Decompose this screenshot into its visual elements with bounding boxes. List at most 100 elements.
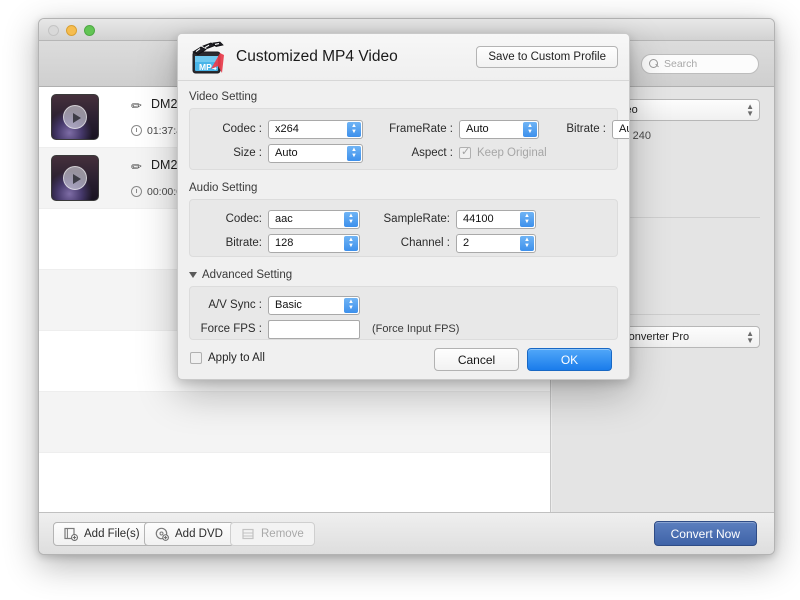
audio-samplerate-select[interactable]: 44100 ▲ ▼ <box>456 209 536 229</box>
add-files-icon <box>64 527 78 541</box>
close-window-button[interactable] <box>48 25 59 36</box>
video-bitrate-select[interactable]: Auto ▲▼ <box>612 119 629 139</box>
dialog-footer: Apply to All Cancel OK <box>178 341 629 379</box>
stepper-icon[interactable]: ▲ ▼ <box>523 121 537 137</box>
rename-pencil-icon[interactable]: ✏ <box>131 159 146 175</box>
save-profile-label: Save to Custom Profile <box>488 51 606 63</box>
stepper-icon[interactable]: ▲ ▼ <box>520 235 534 251</box>
forcefps-input[interactable] <box>268 319 360 339</box>
advanced-setting-box: A/V Sync : Basic ▲ ▼ Force FPS : (Force I… <box>189 286 618 340</box>
add-dvd-label: Add DVD <box>175 528 223 540</box>
video-size-value: Auto <box>275 147 298 159</box>
add-files-button[interactable]: Add File(s) <box>53 522 151 546</box>
advanced-setting-section: Advanced Setting A/V Sync : Basic ▲ ▼ For… <box>178 269 629 340</box>
avsync-select[interactable]: Basic ▲ ▼ <box>268 295 360 315</box>
video-size-select[interactable]: Auto ▲ ▼ <box>268 143 363 163</box>
advanced-setting-title: Advanced Setting <box>202 269 293 281</box>
video-bitrate-label: Bitrate : <box>566 123 606 135</box>
audio-bitrate-select[interactable]: 128 ▲ ▼ <box>268 233 360 253</box>
video-framerate-value: Auto <box>466 123 489 135</box>
ok-button[interactable]: OK <box>527 348 612 371</box>
add-dvd-icon <box>155 527 169 541</box>
audio-samplerate-label: SampleRate: <box>383 213 450 225</box>
minimize-window-button[interactable] <box>66 25 77 36</box>
audio-channel-select[interactable]: 2 ▲ ▼ <box>456 233 536 253</box>
convert-now-button[interactable]: Convert Now <box>653 521 757 546</box>
video-thumbnail[interactable] <box>51 94 99 140</box>
avsync-label: A/V Sync : <box>208 299 262 311</box>
remove-label: Remove <box>261 528 304 540</box>
video-bitrate-value: Auto <box>619 123 629 135</box>
play-icon <box>63 166 87 190</box>
play-icon <box>63 105 87 129</box>
apply-to-all-checkbox[interactable] <box>190 352 202 364</box>
screen: ● ● ● ⚙ Search ✏ <box>0 0 800 600</box>
audio-codec-value: aac <box>275 213 293 225</box>
video-framerate-label: FrameRate : <box>389 123 453 135</box>
convert-now-label: Convert Now <box>670 526 740 541</box>
zoom-window-button[interactable] <box>84 25 95 36</box>
cancel-button[interactable]: Cancel <box>434 348 519 371</box>
empty-row <box>39 453 550 512</box>
video-framerate-select[interactable]: Auto ▲ ▼ <box>459 119 539 139</box>
video-codec-select[interactable]: x264 ▲ ▼ <box>268 119 363 139</box>
add-files-label: Add File(s) <box>84 528 140 540</box>
dialog-title: Customized MP4 Video <box>236 48 398 65</box>
triangle-down-icon <box>189 272 197 278</box>
advanced-row-2: Force FPS : (Force Input FPS) <box>190 317 617 341</box>
keep-original-checkbox[interactable] <box>459 145 471 159</box>
rename-pencil-icon[interactable]: ✏ <box>131 98 146 114</box>
search-field[interactable]: Search <box>641 54 759 74</box>
mp4-clapperboard-icon: MP4 <box>189 39 227 77</box>
search-icon <box>649 58 660 70</box>
remove-icon <box>241 527 255 541</box>
video-thumbnail[interactable] <box>51 155 99 201</box>
stepper-icon[interactable]: ▲ ▼ <box>344 297 358 313</box>
audio-channel-label: Channel : <box>400 237 450 249</box>
audio-bitrate-label: Bitrate: <box>225 237 262 249</box>
video-aspect-label: Aspect : <box>411 147 453 159</box>
video-size-label: Size : <box>233 147 262 159</box>
chevron-updown-icon: ▲ ▼ <box>746 102 754 118</box>
forcefps-hint: (Force Input FPS) <box>372 323 460 335</box>
add-dvd-button[interactable]: Add DVD <box>144 522 234 546</box>
advanced-setting-disclosure[interactable]: Advanced Setting <box>189 269 629 281</box>
save-to-custom-profile-button[interactable]: Save to Custom Profile <box>476 46 618 68</box>
video-row-2: Size : Auto ▲▼ Aspect : Keep Original <box>190 141 617 165</box>
remove-button[interactable]: Remove <box>230 522 315 546</box>
video-codec-label: Codec : <box>222 123 262 135</box>
apply-to-all-label: Apply to All <box>208 352 265 364</box>
forcefps-label: Force FPS : <box>200 323 262 335</box>
keep-original-label: Keep Original <box>477 147 547 159</box>
stepper-icon[interactable]: ▲ ▼ <box>347 121 361 137</box>
video-setting-section: Video Setting Codec : x264 ▲ ▼ FrameRate … <box>178 91 629 170</box>
empty-row <box>39 392 550 453</box>
audio-codec-label: Codec: <box>225 213 262 225</box>
audio-samplerate-value: 44100 <box>463 213 494 225</box>
apply-to-all-row[interactable]: Apply to All <box>190 352 265 364</box>
stepper-icon[interactable]: ▲ ▼ <box>344 235 358 251</box>
clock-icon <box>131 186 142 197</box>
dialog-header: MP4 Customized MP4 Video Save to Custom … <box>178 34 629 81</box>
video-codec-value: x264 <box>275 123 299 135</box>
stepper-icon[interactable]: ▲ ▼ <box>520 211 534 227</box>
bottom-toolbar: Add File(s) Add DVD Remove Convert Now <box>39 512 774 554</box>
stepper-icon[interactable]: ▲ ▼ <box>344 211 358 227</box>
video-row-1: Codec : x264 ▲ ▼ FrameRate : Auto ▲ ▼ Bitr… <box>190 117 629 141</box>
customized-mp4-video-dialog: MP4 Customized MP4 Video Save to Custom … <box>177 33 630 380</box>
audio-row-2: Bitrate: 128 ▲ ▼ Channel : 2 ▲ ▼ <box>190 231 617 255</box>
audio-row-1: Codec: aac ▲ ▼ SampleRate: 44100 ▲ ▼ <box>190 207 617 231</box>
search-placeholder: Search <box>664 58 698 70</box>
video-setting-title: Video Setting <box>189 91 258 103</box>
ok-label: OK <box>560 352 579 367</box>
audio-setting-section: Audio Setting Codec: aac ▲ ▼ SampleRate: … <box>178 182 629 257</box>
audio-bitrate-value: 128 <box>275 237 294 249</box>
cancel-label: Cancel <box>457 352 496 367</box>
advanced-row-1: A/V Sync : Basic ▲ ▼ <box>190 293 617 317</box>
audio-channel-value: 2 <box>463 237 470 249</box>
audio-setting-title: Audio Setting <box>189 182 258 194</box>
stepper-icon[interactable]: ▲ ▼ <box>347 145 361 161</box>
video-setting-box: Codec : x264 ▲ ▼ FrameRate : Auto ▲ ▼ Bitr… <box>189 108 629 170</box>
audio-setting-box: Codec: aac ▲ ▼ SampleRate: 44100 ▲ ▼ Bitra… <box>189 199 618 257</box>
audio-codec-select[interactable]: aac ▲ ▼ <box>268 209 360 229</box>
